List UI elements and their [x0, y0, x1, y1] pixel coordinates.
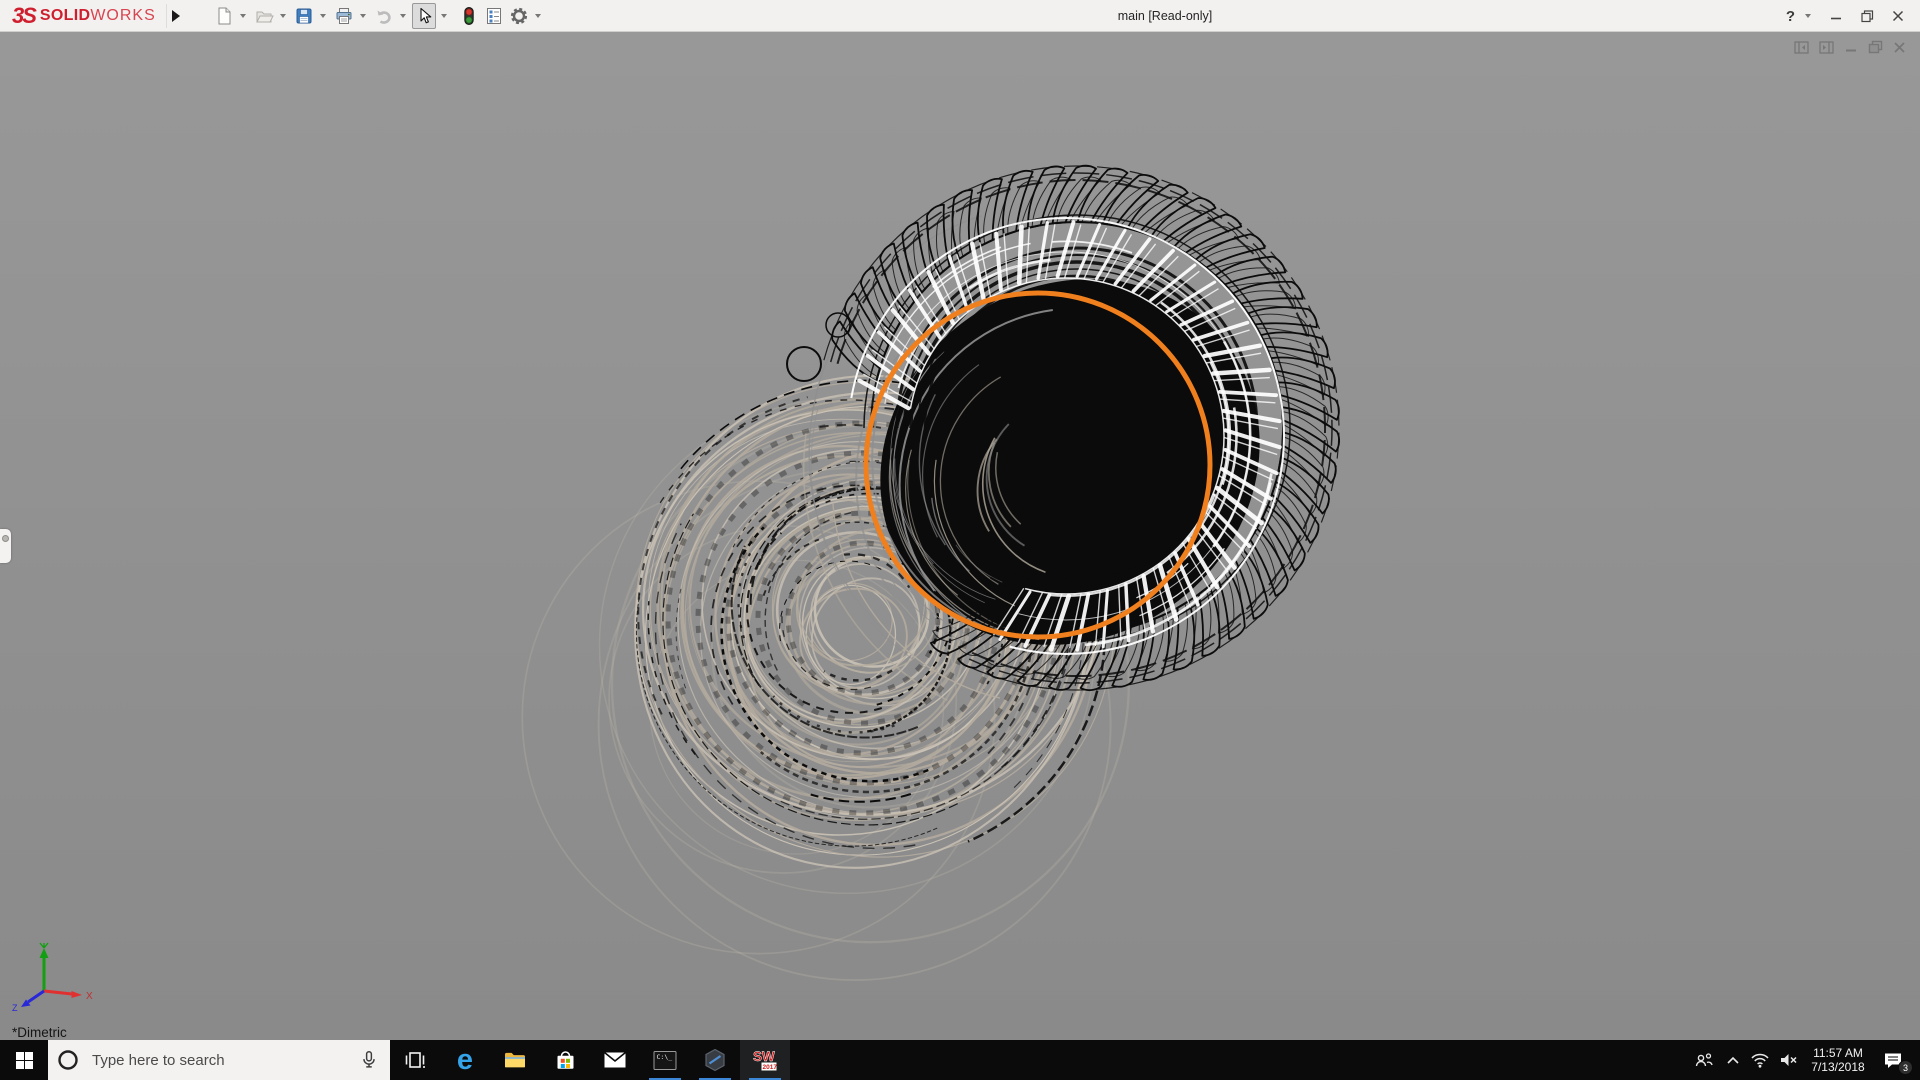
restore-button[interactable]: [1855, 4, 1879, 28]
feature-tree-flyout-tab[interactable]: [0, 529, 11, 563]
edge-button[interactable]: e: [440, 1040, 490, 1080]
pane-right-icon[interactable]: [1819, 40, 1834, 54]
doc-close-icon[interactable]: [1893, 41, 1906, 54]
turbine-model-wireframe[interactable]: [0, 32, 1920, 1040]
sw-year: 2017: [763, 1064, 778, 1071]
close-icon: [1892, 10, 1904, 22]
new-dropdown-caret[interactable]: [239, 13, 246, 18]
minimize-icon: [1831, 17, 1841, 20]
rebuild-button[interactable]: [457, 3, 481, 29]
document-window-controls: [1794, 40, 1906, 54]
file-explorer-button[interactable]: [490, 1040, 540, 1080]
people-button[interactable]: [1688, 1040, 1720, 1080]
rebuild-traffic-light-icon: [464, 6, 474, 25]
quick-access-toolbar: [212, 2, 547, 29]
titlebar-controls: ?: [1786, 0, 1910, 32]
pane-left-icon[interactable]: [1794, 40, 1809, 54]
clock[interactable]: 11:57 AM 7/13/2018: [1804, 1046, 1872, 1074]
microsoft-store-icon: [557, 1050, 573, 1069]
start-button[interactable]: [0, 1040, 48, 1080]
volume-button[interactable]: [1774, 1040, 1804, 1080]
print-button[interactable]: [332, 3, 356, 29]
command-prompt-button[interactable]: C:\_: [640, 1040, 690, 1080]
flyout-pin-dot: [2, 535, 9, 542]
task-view-button[interactable]: [390, 1040, 440, 1080]
task-view-icon: [405, 1052, 425, 1068]
help-button[interactable]: ?: [1786, 8, 1795, 25]
open-folder-icon: [255, 11, 274, 22]
doc-minimize-icon[interactable]: [1844, 41, 1858, 54]
clock-date: 7/13/2018: [1811, 1060, 1865, 1074]
file-explorer-icon: [505, 1052, 525, 1068]
microphone-icon[interactable]: [358, 1049, 380, 1071]
options-dropdown-caret[interactable]: [534, 13, 541, 18]
windows-logo-icon: [15, 1051, 33, 1069]
brand-works: WORKS: [90, 6, 156, 24]
taskbar-search[interactable]: Type here to search: [48, 1040, 390, 1080]
edge-icon: e: [456, 1043, 474, 1076]
save-button[interactable]: [292, 3, 316, 29]
graphics-area[interactable]: X Z Y *Dimetric: [0, 32, 1920, 1040]
mail-button[interactable]: [590, 1040, 640, 1080]
open-dropdown-caret[interactable]: [279, 13, 286, 18]
select-cursor-icon: [420, 7, 432, 23]
print-dropdown-caret[interactable]: [359, 13, 366, 18]
mail-icon: [603, 1051, 627, 1068]
save-floppy-icon: [296, 8, 312, 23]
notification-badge: 3: [1898, 1060, 1913, 1075]
file-properties-button[interactable]: [482, 3, 506, 29]
solidworks-window: 3S SOLID WORKS main [Read-only] ? X Z *D…: [0, 0, 1920, 1080]
search-placeholder-text: Type here to search: [92, 1051, 225, 1069]
solidworks-app-icon: SW 2017: [753, 1049, 778, 1071]
minimize-button[interactable]: [1824, 4, 1848, 28]
select-dropdown-caret[interactable]: [440, 13, 447, 18]
triad-z-label: Z: [12, 1003, 18, 1012]
help-dropdown-caret[interactable]: [1805, 14, 1811, 18]
close-button[interactable]: [1886, 4, 1910, 28]
volume-muted-icon: [1781, 1054, 1797, 1066]
menu-flyout-arrow-icon[interactable]: [165, 3, 186, 28]
undo-button[interactable]: [372, 3, 396, 29]
solidworks-logo: 3S SOLID WORKS: [0, 0, 164, 31]
select-button[interactable]: [411, 2, 436, 29]
restore-icon: [1860, 9, 1873, 22]
taskbar-apps: e C:\_ SW 2017: [390, 1040, 790, 1080]
options-button[interactable]: [507, 3, 531, 29]
cmd-prompt-text: C:\_: [657, 1053, 673, 1061]
view-orientation-label: *Dimetric: [12, 1025, 67, 1040]
file-properties-icon: [486, 7, 501, 24]
hidden-icons-button[interactable]: [1720, 1040, 1746, 1080]
system-tray: 11:57 AM 7/13/2018 3: [1688, 1040, 1920, 1080]
command-prompt-icon: C:\_: [653, 1050, 677, 1070]
cortana-icon: [56, 1048, 80, 1072]
windows-taskbar: Type here to search e C:\_ SW 2017 11:57…: [0, 1040, 1920, 1080]
store-button[interactable]: [540, 1040, 590, 1080]
people-icon: [1695, 1053, 1713, 1067]
undo-icon: [377, 10, 391, 24]
network-button[interactable]: [1746, 1040, 1774, 1080]
new-document-icon: [218, 7, 231, 24]
action-center-button[interactable]: 3: [1872, 1040, 1914, 1080]
titlebar: 3S SOLID WORKS main [Read-only] ?: [0, 0, 1920, 32]
new-document-button[interactable]: [212, 3, 236, 29]
options-gear-icon: [510, 7, 527, 24]
reference-triad: X Z Y: [12, 942, 93, 1012]
sw-letters: SW: [753, 1049, 775, 1064]
print-icon: [336, 7, 352, 24]
open-button[interactable]: [252, 3, 276, 29]
chevron-up-icon: [1727, 1056, 1739, 1064]
document-title: main [Read-only]: [1117, 8, 1213, 23]
play-arrow-icon: [172, 9, 181, 22]
brand-solid: SOLID: [39, 6, 91, 24]
undo-dropdown-caret[interactable]: [399, 13, 406, 18]
wifi-icon: [1751, 1053, 1769, 1068]
clock-time: 11:57 AM: [1813, 1046, 1863, 1060]
hexagon-app-icon: [705, 1048, 725, 1072]
doc-restore-icon[interactable]: [1868, 40, 1883, 54]
ds-logo-mark: 3S: [12, 2, 37, 28]
hexagon-3d-app-button[interactable]: [690, 1040, 740, 1080]
triad-x-label: X: [86, 991, 93, 1002]
save-dropdown-caret[interactable]: [319, 13, 326, 18]
solidworks-taskbar-button[interactable]: SW 2017: [740, 1040, 790, 1080]
